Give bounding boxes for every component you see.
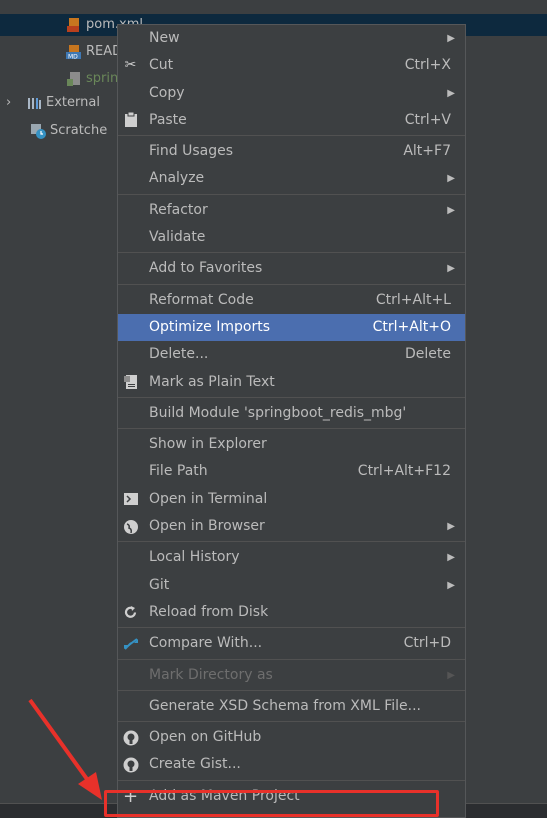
- annotation-arrow: [28, 698, 102, 800]
- annotation-highlight-box: [104, 790, 439, 817]
